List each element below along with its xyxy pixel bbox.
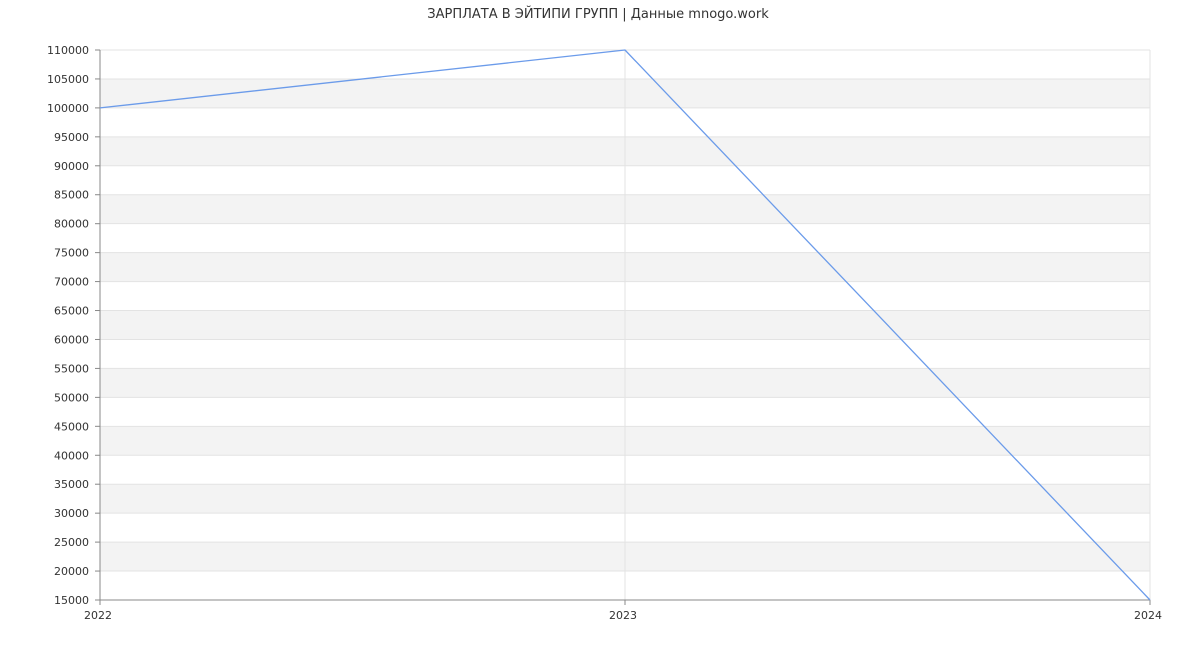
y-tick-label: 70000 [54,276,89,289]
y-tick-label: 30000 [54,507,89,520]
line-chart: 15000 20000 25000 30000 35000 40000 45000 50000… [47,6,1162,622]
y-tick-label: 80000 [54,218,89,231]
y-tick-label: 75000 [54,247,89,260]
y-tick-label: 50000 [54,391,89,404]
y-tick-label: 40000 [54,449,89,462]
y-tick-label: 95000 [54,131,89,144]
y-tick-label: 55000 [54,362,89,375]
x-tick-label: 2024 [1134,609,1162,622]
y-tick-label: 105000 [47,73,89,86]
y-axis-ticks: 15000 20000 25000 30000 35000 40000 45000 50000… [47,44,100,607]
chart-container: 15000 20000 25000 30000 35000 40000 45000 50000… [0,0,1200,650]
y-tick-label: 110000 [47,44,89,57]
x-tick-label: 2023 [609,609,637,622]
y-tick-label: 65000 [54,305,89,318]
y-tick-label: 100000 [47,102,89,115]
y-tick-label: 90000 [54,160,89,173]
y-tick-label: 25000 [54,536,89,549]
x-axis-ticks: 2022 2023 2024 [84,600,1162,622]
x-tick-label: 2022 [84,609,112,622]
y-tick-label: 35000 [54,478,89,491]
y-tick-label: 20000 [54,565,89,578]
y-tick-label: 45000 [54,420,89,433]
y-tick-label: 15000 [54,594,89,607]
y-tick-label: 85000 [54,189,89,202]
y-tick-label: 60000 [54,333,89,346]
chart-title: ЗАРПЛАТА В ЭЙТИПИ ГРУПП | Данные mnogo.w… [427,6,769,22]
